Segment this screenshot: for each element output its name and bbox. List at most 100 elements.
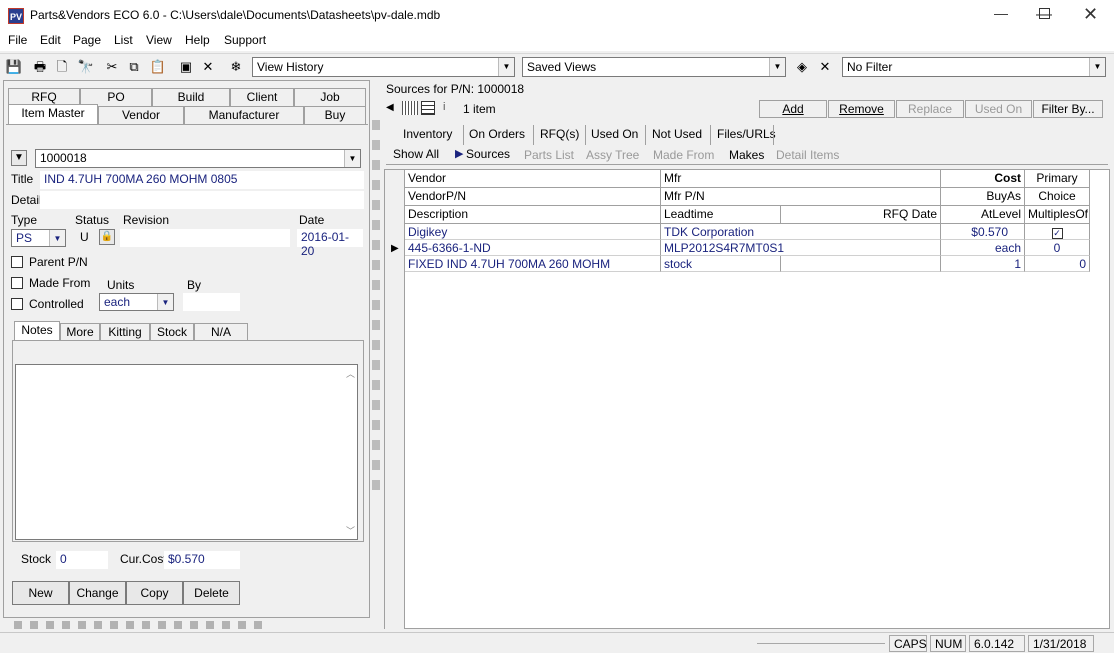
chevron-down-icon[interactable]: ▼ (498, 58, 514, 76)
stock-field[interactable]: 0 (56, 551, 108, 569)
vertical-splitter[interactable] (372, 120, 380, 500)
cell-mfr-pn[interactable]: MLP2012S4R7MT0S1 (661, 240, 941, 256)
copy-icon[interactable]: ⧉ (124, 57, 144, 77)
filter-combo[interactable]: No Filter ▼ (842, 57, 1106, 77)
header-cost[interactable]: Cost (941, 170, 1025, 188)
menu-help[interactable]: Help (185, 33, 210, 47)
chevron-down-icon[interactable]: ▼ (157, 294, 173, 310)
tab-rfqs[interactable]: RFQ(s) (540, 127, 579, 141)
header-description[interactable]: Description (405, 206, 661, 224)
used-on-button[interactable]: Used On (965, 100, 1032, 118)
chevron-down-icon[interactable]: ▼ (49, 230, 65, 246)
tab-manufacturer[interactable]: Manufacturer (184, 106, 304, 124)
scroll-up-icon[interactable]: ︿ (346, 367, 355, 380)
paste-icon[interactable]: 📋 (148, 57, 168, 77)
splitter-handle[interactable] (14, 621, 270, 629)
save-icon[interactable]: 💾 (4, 57, 24, 77)
header-vendor-pn[interactable]: VendorP/N (405, 188, 661, 206)
date-field[interactable]: 2016-01-20 (297, 229, 363, 258)
tab-kitting[interactable]: Kitting (100, 323, 150, 341)
type-combo[interactable]: PS ▼ (11, 229, 66, 247)
list-view-icon[interactable] (402, 101, 418, 115)
cell-leadtime[interactable]: stock (661, 256, 781, 272)
clear-filter-icon[interactable]: ✕ (815, 57, 835, 77)
tab-detail-items[interactable]: Detail Items (776, 148, 839, 162)
copy-button[interactable]: Copy (126, 581, 183, 605)
tab-build[interactable]: Build (152, 88, 230, 106)
scroll-down-icon[interactable]: ﹀ (346, 524, 355, 537)
notes-textarea[interactable]: ︿ ﹀ (15, 364, 358, 540)
tab-na[interactable]: N/A (194, 323, 248, 341)
cell-mfr[interactable]: TDK Corporation (661, 224, 941, 240)
tab-client[interactable]: Client (230, 88, 294, 106)
parent-pn-checkbox[interactable] (11, 256, 23, 268)
eraser-icon[interactable]: ◈ (792, 57, 812, 77)
tab-files-urls[interactable]: Files/URLs (717, 127, 776, 141)
made-from-checkbox[interactable] (11, 277, 23, 289)
info-icon[interactable]: i (443, 101, 445, 113)
tab-sources[interactable]: Sources (466, 147, 510, 161)
header-primary[interactable]: Primary (1025, 170, 1090, 188)
controlled-checkbox[interactable] (11, 298, 23, 310)
cell-cost[interactable]: $0.570 (941, 224, 1025, 240)
cell-primary[interactable]: ✓ (1025, 224, 1090, 240)
tab-job[interactable]: Job (294, 88, 366, 106)
revision-field[interactable] (120, 229, 290, 247)
tab-stock[interactable]: Stock (150, 323, 194, 341)
tab-buy[interactable]: Buy (304, 106, 366, 124)
menu-file[interactable]: File (8, 33, 27, 47)
pn-combo[interactable]: 1000018 ▼ (35, 149, 361, 168)
cell-atlevel[interactable]: 1 (941, 256, 1025, 272)
header-leadtime[interactable]: Leadtime (661, 206, 781, 224)
title-field[interactable]: IND 4.7UH 700MA 260 MOHM 0805 (40, 171, 364, 189)
tab-inventory[interactable]: Inventory (403, 127, 452, 141)
replace-button[interactable]: Replace (896, 100, 964, 118)
menu-view[interactable]: View (146, 33, 172, 47)
tab-more[interactable]: More (60, 323, 100, 341)
minimize-glyph[interactable]: — (994, 5, 1008, 21)
header-buyas[interactable]: BuyAs (941, 188, 1025, 206)
header-choice[interactable]: Choice (1025, 188, 1090, 206)
filter-by-button[interactable]: Filter By... (1033, 100, 1103, 118)
tab-made-from[interactable]: Made From (653, 148, 714, 162)
tab-on-orders[interactable]: On Orders (469, 127, 525, 141)
cell-rfq-date[interactable] (781, 256, 941, 272)
cut-icon[interactable]: ✂ (102, 57, 122, 77)
cell-vendor[interactable]: Digikey (405, 224, 661, 240)
tab-makes[interactable]: Makes (729, 148, 764, 162)
cell-buyas[interactable]: each (941, 240, 1025, 256)
remove-button[interactable]: Remove (828, 100, 895, 118)
print-icon[interactable]: 🖶 (30, 57, 50, 77)
maximize-button[interactable] (1039, 8, 1050, 19)
header-rfq-date[interactable]: RFQ Date (781, 206, 941, 224)
new-button[interactable]: New (12, 581, 69, 605)
units-combo[interactable]: each ▼ (99, 293, 174, 311)
primary-checkbox[interactable]: ✓ (1051, 228, 1063, 239)
detail-field[interactable] (40, 191, 364, 209)
view-history-combo[interactable]: View History ▼ (252, 57, 515, 77)
cell-description[interactable]: FIXED IND 4.7UH 700MA 260 MOHM (405, 256, 661, 272)
cell-multiplesof[interactable]: 0 (1025, 256, 1090, 272)
chevron-down-icon[interactable]: ▼ (1089, 58, 1105, 76)
filter-icon[interactable]: ▼ (11, 150, 27, 166)
delete-button[interactable]: Delete (183, 581, 240, 605)
chevron-down-icon[interactable]: ▼ (344, 150, 360, 167)
tab-not-used[interactable]: Not Used (652, 127, 702, 141)
delete-icon[interactable]: ✕ (198, 57, 218, 77)
header-atlevel[interactable]: AtLevel (941, 206, 1025, 224)
open-icon[interactable]: ▣ (176, 57, 196, 77)
change-button[interactable]: Change (69, 581, 126, 605)
close-icon[interactable]: ✕ (1083, 4, 1098, 25)
tab-vendor[interactable]: Vendor (98, 106, 184, 124)
menu-support[interactable]: Support (224, 33, 266, 47)
settings-icon[interactable]: ❄ (226, 57, 246, 77)
by-field[interactable] (183, 293, 240, 311)
header-mfr-pn[interactable]: Mfr P/N (661, 188, 941, 206)
grid-view-icon[interactable] (421, 101, 435, 115)
curcost-field[interactable]: $0.570 (164, 551, 240, 569)
tab-parts-list[interactable]: Parts List (524, 148, 574, 162)
menu-page[interactable]: Page (73, 33, 101, 47)
tab-assy-tree[interactable]: Assy Tree (586, 148, 639, 162)
nav-prev-icon[interactable]: ◀ (386, 100, 400, 116)
menu-list[interactable]: List (114, 33, 133, 47)
